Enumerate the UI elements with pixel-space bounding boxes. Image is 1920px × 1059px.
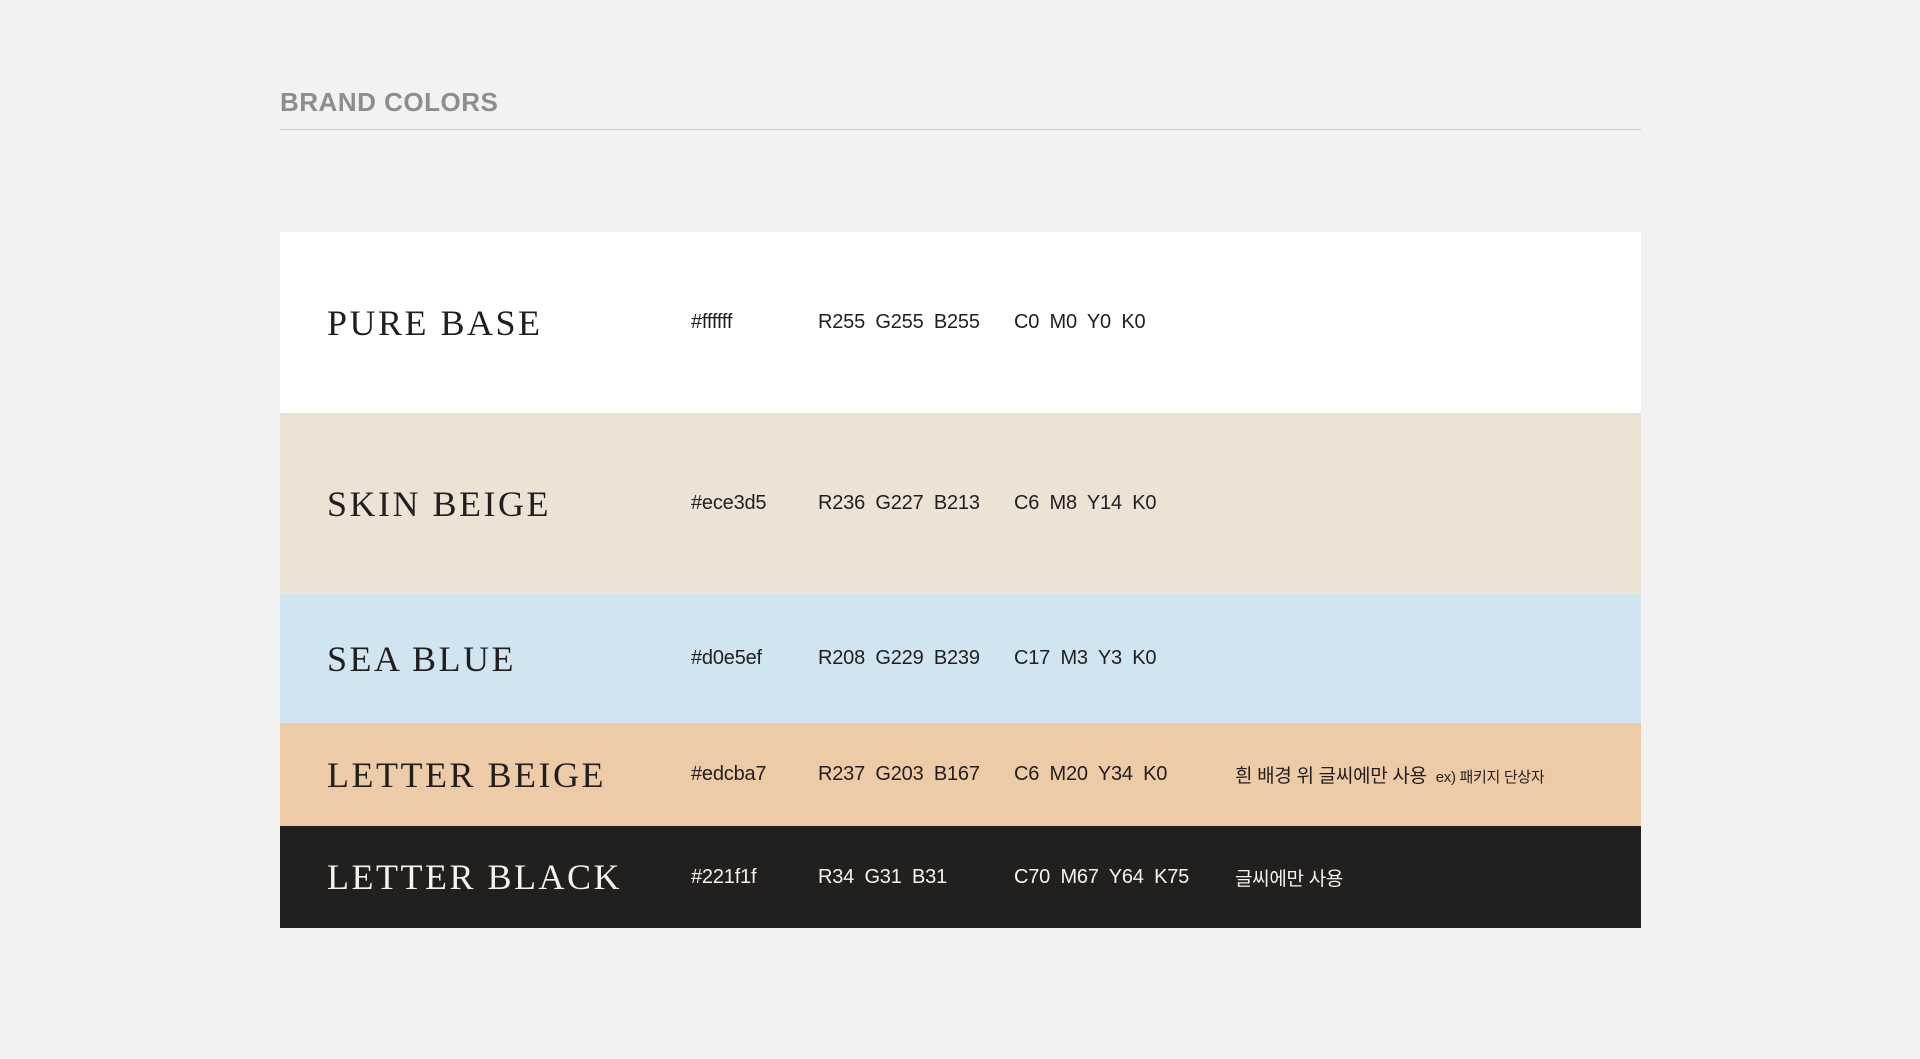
color-name: SKIN BEIGE [327,483,551,524]
color-name: LETTER BEIGE [327,754,606,795]
usage-note [1235,312,1641,334]
hex-value: #ffffff [691,311,733,333]
page-title: BRAND COLORS [280,87,499,117]
rgb-value: R255 G255 B255 [818,311,980,333]
usage-note: 글씨에만 사용 [1235,864,1641,891]
brand-guideline-page: { "theme": { "page_bg": "#f1f2f1", "titl… [0,0,1920,1059]
color-row-skin-beige: SKIN BEIGE #ece3d5 R236 G227 B213 C6 M8 … [280,413,1641,594]
usage-note [1235,493,1641,515]
cmyk-value: C70 M67 Y64 K75 [1014,865,1190,888]
hex-value: #d0e5ef [691,647,762,669]
usage-note [1235,648,1641,670]
color-row-letter-beige: LETTER BEIGE #edcba7 R237 G203 B167 C6 M… [280,723,1641,826]
usage-note: 흰 배경 위 글씨에만 사용 ex) 패키지 단상자 [1235,761,1641,788]
section-header: BRAND COLORS [280,88,1641,130]
usage-note-text: 글씨에만 사용 [1235,868,1344,890]
rgb-value: R236 G227 B213 [818,492,980,514]
hex-value: #edcba7 [691,763,767,785]
color-row-sea-blue: SEA BLUE #d0e5ef R208 G229 B239 C17 M3 Y… [280,594,1641,723]
cmyk-value: C0 M0 Y0 K0 [1014,311,1146,333]
color-row-pure-base: PURE BASE #ffffff R255 G255 B255 C0 M0 Y… [280,232,1641,413]
color-name: SEA BLUE [327,638,517,679]
usage-note-detail: ex) 패키지 단상자 [1435,769,1545,786]
color-name: LETTER BLACK [327,857,622,897]
hex-value: #ece3d5 [691,492,767,514]
cmyk-value: C17 M3 Y3 K0 [1014,647,1157,669]
color-row-letter-black: LETTER BLACK #221f1f R34 G31 B31 C70 M67… [280,826,1641,928]
rgb-value: R208 G229 B239 [818,647,980,669]
palette-card: PURE BASE #ffffff R255 G255 B255 C0 M0 Y… [280,232,1641,928]
hex-value: #221f1f [691,865,757,888]
color-name: PURE BASE [327,302,543,343]
usage-note-text: 흰 배경 위 글씨에만 사용 [1235,766,1427,787]
cmyk-value: C6 M8 Y14 K0 [1014,492,1157,514]
title-underline [280,128,1641,130]
cmyk-value: C6 M20 Y34 K0 [1014,763,1168,785]
rgb-value: R237 G203 B167 [818,763,980,785]
rgb-value: R34 G31 B31 [818,865,947,888]
